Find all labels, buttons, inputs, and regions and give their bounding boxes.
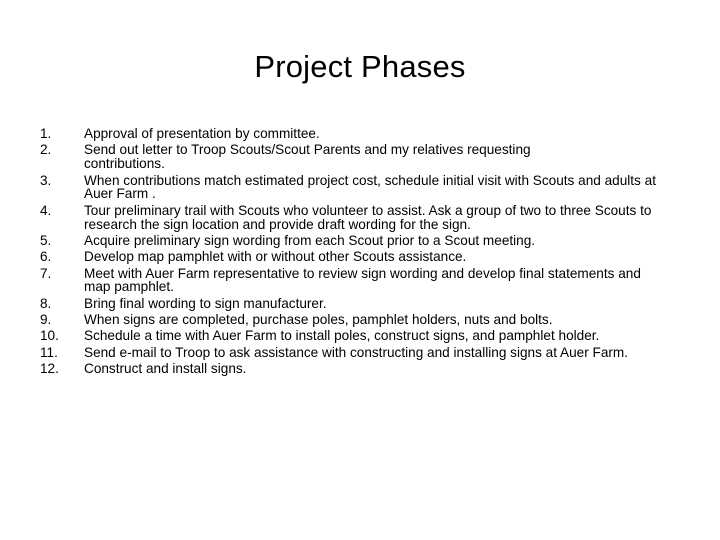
list-item-number: 3. <box>40 172 52 188</box>
list-item-text: Send out letter to Troop Scouts/Scout Pa… <box>84 142 531 172</box>
list-item: 7. Meet with Auer Farm representative to… <box>40 265 700 295</box>
list-item: 1. Approval of presentation by committee… <box>40 127 700 141</box>
list-item-text: When contributions match estimated proje… <box>84 172 656 202</box>
list-item-text: Construct and install signs. <box>84 360 247 376</box>
list-item-number: 12. <box>40 360 59 376</box>
list-item-text: Approval of presentation by committee. <box>84 126 320 141</box>
list-item-text: When signs are completed, purchase poles… <box>84 312 553 327</box>
list-item-number: 11. <box>40 344 58 360</box>
list-item: 8. Bring final wording to sign manufactu… <box>40 295 700 311</box>
list-item-number: 4. <box>40 202 52 218</box>
list-item-number: 6. <box>40 249 52 265</box>
list-item-number: 8. <box>40 295 52 311</box>
list-item-text: Send e-mail to Troop to ask assistance w… <box>84 344 629 360</box>
list-item: 5. Acquire preliminary sign wording from… <box>40 234 700 248</box>
list-item: 6. Develop map pamphlet with or without … <box>40 250 700 264</box>
list-item-number: 10. <box>40 328 59 344</box>
list-item: 10. Schedule a time with Auer Farm to in… <box>40 329 700 343</box>
list-item-number: 5. <box>40 232 52 248</box>
list-item-text: Acquire preliminary sign wording from ea… <box>84 232 536 248</box>
list-item: 4. Tour preliminary trail with Scouts wh… <box>40 202 700 232</box>
list-item: 9. When signs are completed, purchase po… <box>40 313 700 327</box>
list-item-number: 9. <box>40 312 52 327</box>
list-item-number: 2. <box>40 142 52 158</box>
list-item-text: Tour preliminary trail with Scouts who v… <box>84 202 652 232</box>
list-item: 11. Send e-mail to Troop to ask assistan… <box>40 344 700 360</box>
list-item-text: Bring final wording to sign manufacturer… <box>84 295 327 311</box>
phase-list: 1. Approval of presentation by committee… <box>40 127 700 378</box>
list-item-number: 1. <box>40 126 52 141</box>
list-item: 2. Send out letter to Troop Scouts/Scout… <box>40 143 700 171</box>
list-item-number: 7. <box>40 265 52 281</box>
list-item: 12. Construct and install signs. <box>40 360 700 376</box>
list-item-text: Develop map pamphlet with or without oth… <box>84 249 467 265</box>
list-item-text: Schedule a time with Auer Farm to instal… <box>84 328 600 344</box>
slide-title: Project Phases <box>254 49 466 84</box>
list-item: 3. When contributions match estimated pr… <box>40 172 700 202</box>
list-item-text: Meet with Auer Farm representative to re… <box>84 265 641 295</box>
